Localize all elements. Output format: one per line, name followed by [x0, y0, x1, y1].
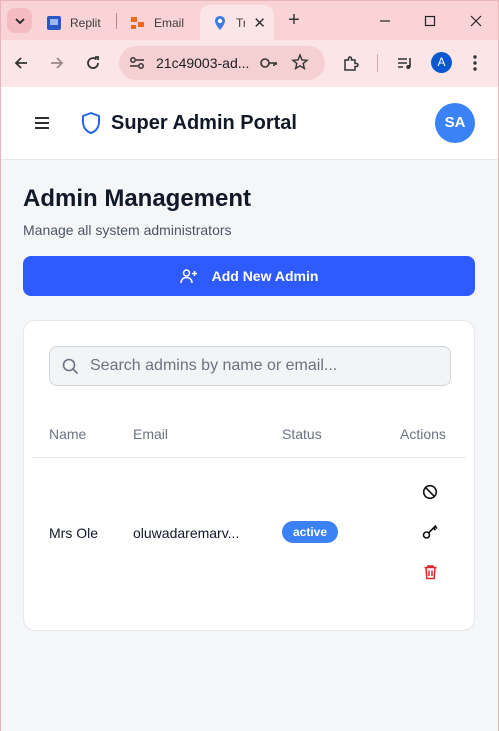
media-controls-button[interactable] [393, 51, 417, 75]
page-subtitle: Manage all system administrators [23, 222, 232, 238]
user-plus-icon [179, 269, 197, 284]
user-avatar[interactable]: SA [435, 103, 475, 143]
shield-icon [82, 112, 100, 134]
maximize-icon [424, 15, 436, 27]
back-button[interactable] [9, 51, 33, 75]
table-header-divider [32, 457, 466, 458]
address-bar-url: 21c49003-ad... [156, 55, 250, 71]
replit-icon [47, 16, 61, 30]
key-icon [422, 524, 438, 539]
column-header-name: Name [49, 426, 87, 442]
tab-active[interactable]: Tr ✕ [200, 5, 274, 41]
arrow-right-icon [51, 57, 64, 69]
app-title: Super Admin Portal [111, 112, 297, 134]
tab-replit[interactable]: Replit [34, 5, 114, 41]
more-menu-icon[interactable] [465, 52, 485, 74]
close-window-button[interactable] [464, 10, 488, 32]
column-header-actions: Actions [400, 426, 446, 442]
tab-email[interactable]: Email [118, 5, 198, 41]
status-badge: active [282, 521, 339, 543]
admin-email: oluwadaremarv... [133, 525, 240, 541]
extensions-button[interactable] [339, 51, 363, 75]
admins-table-card: Name Email Status Actions Mrs Ole oluwad… [23, 320, 475, 631]
tab-title: Replit [70, 16, 101, 30]
tab-search-button[interactable] [7, 8, 32, 33]
column-header-email: Email [133, 426, 169, 442]
new-tab-button[interactable]: + [283, 10, 305, 32]
reload-button[interactable] [81, 51, 105, 75]
puzzle-icon [344, 56, 359, 71]
toolbar-divider [377, 54, 378, 72]
bookmark-star-icon[interactable] [291, 53, 309, 71]
add-new-admin-label: Add New Admin [211, 268, 319, 284]
ban-icon [422, 484, 438, 500]
forward-button[interactable] [45, 51, 69, 75]
menu-icon[interactable] [34, 114, 50, 132]
playlist-icon [398, 58, 411, 69]
search-field[interactable] [49, 346, 451, 386]
tab-divider [116, 13, 117, 29]
minimize-button[interactable] [373, 10, 397, 32]
reset-password-button[interactable] [420, 522, 440, 542]
trash-icon [424, 565, 436, 580]
page-title: Admin Management [23, 185, 252, 212]
chevron-down-icon [14, 17, 25, 24]
site-settings-icon[interactable] [128, 54, 146, 72]
app-header: Super Admin Portal SA [1, 87, 498, 160]
search-input[interactable] [90, 347, 445, 385]
suspend-admin-button[interactable] [420, 482, 440, 502]
admin-name: Mrs Ole [49, 525, 98, 541]
search-icon [62, 358, 79, 375]
minimize-icon [380, 20, 390, 22]
reload-icon [87, 56, 99, 69]
profile-avatar[interactable]: A [431, 52, 452, 73]
tab-title: Email [154, 16, 185, 30]
column-header-status: Status [282, 426, 322, 442]
delete-admin-button[interactable] [420, 562, 440, 582]
email-icon [131, 17, 144, 29]
password-key-icon[interactable] [259, 54, 279, 72]
close-tab-icon[interactable]: ✕ [253, 14, 274, 32]
browser-tab-strip: Replit Email Tr ✕ + [0, 0, 499, 41]
location-pin-icon [215, 16, 225, 30]
arrow-left-icon [14, 57, 27, 69]
tab-title: Tr [236, 16, 246, 30]
browser-toolbar: 21c49003-ad... A [0, 40, 499, 87]
close-icon [470, 15, 482, 27]
add-new-admin-button[interactable]: Add New Admin [23, 256, 475, 296]
page-content: Super Admin Portal SA Admin Management M… [0, 87, 499, 731]
address-bar[interactable]: 21c49003-ad... [119, 46, 325, 80]
maximize-button[interactable] [418, 10, 442, 32]
